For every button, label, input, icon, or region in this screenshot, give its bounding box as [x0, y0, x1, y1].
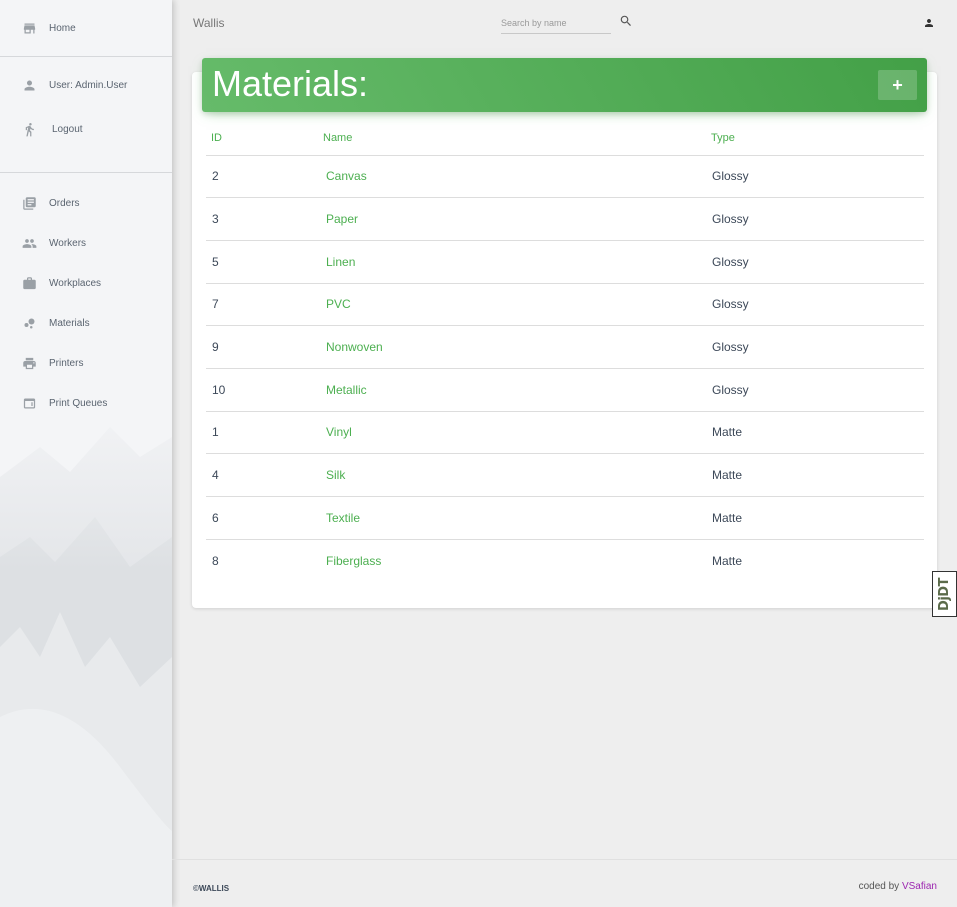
table-row: 3 Paper Glossy — [206, 197, 924, 241]
sidebar-item-materials[interactable]: Materials — [0, 303, 172, 343]
cell-type: Matte — [706, 453, 924, 497]
column-header-type: Type — [706, 121, 924, 156]
page-title: Materials: — [212, 63, 369, 104]
sidebar-background-mountain-image — [0, 387, 172, 907]
sidebar-item-label: Printers — [49, 357, 84, 369]
cell-id: 8 — [212, 553, 219, 568]
sidebar: Home User: Admin.User Logout Orders Work… — [0, 0, 172, 907]
sidebar-item-label: Materials — [49, 317, 90, 329]
sidebar-item-home[interactable]: Home — [0, 8, 172, 48]
cell-id: 4 — [206, 453, 318, 497]
run-icon — [21, 121, 37, 137]
add-material-button[interactable]: + — [878, 70, 917, 100]
sidebar-item-label: Print Queues — [49, 397, 108, 409]
cell-type: Glossy — [706, 283, 924, 327]
table-row: 6 Textile Matte — [206, 496, 924, 540]
materials-table: ID Name Type 2 Canvas Glossy 3 Paper Glossy 5 L… — [206, 121, 924, 582]
cell-id: 2 — [206, 155, 318, 199]
cell-name[interactable]: Paper — [318, 197, 706, 241]
table-row: 10 Metallic Glossy — [206, 368, 924, 412]
footer-credit: coded by VSafian — [859, 881, 937, 892]
search-icon[interactable] — [619, 14, 633, 28]
cell-type: Glossy — [706, 240, 924, 284]
cell-name[interactable]: Vinyl — [318, 411, 706, 455]
sidebar-item-label: Workers — [49, 237, 87, 249]
sidebar-item-label: Workplaces — [49, 277, 102, 289]
cell-id: 9 — [206, 325, 318, 369]
sidebar-top-section: Home — [0, 0, 172, 56]
footer-author-link[interactable]: VSafian — [902, 881, 937, 892]
table-row: 2 Canvas Glossy — [206, 155, 924, 199]
table-row: 4 Silk Matte — [206, 453, 924, 497]
printer-icon — [21, 355, 37, 371]
sidebar-item-print-queues[interactable]: Print Queues — [0, 383, 172, 423]
cell-type: Matte — [712, 553, 743, 568]
cell-type: Glossy — [706, 155, 924, 199]
sidebar-item-label: Logout — [52, 123, 83, 135]
sidebar-nav-section: Orders Workers Workplaces Materials Prin… — [0, 173, 172, 423]
person-icon[interactable] — [923, 16, 935, 28]
cell-name[interactable]: Nonwoven — [318, 325, 706, 369]
library-books-icon — [21, 195, 37, 211]
cell-type: Glossy — [706, 325, 924, 369]
person-icon — [21, 77, 37, 93]
cell-name[interactable]: PVC — [318, 283, 706, 327]
cell-id: 6 — [206, 496, 318, 540]
bubble-chart-icon — [21, 315, 37, 331]
cell-id: 7 — [206, 283, 318, 327]
sidebar-item-label: Orders — [49, 197, 80, 209]
cell-id: 1 — [206, 411, 318, 455]
card-header: Materials: + — [202, 58, 927, 112]
cell-name[interactable]: Silk — [318, 453, 706, 497]
work-briefcase-icon — [21, 275, 37, 291]
top-navbar: Wallis — [172, 0, 957, 48]
sidebar-item-logout[interactable]: Logout — [0, 105, 172, 153]
table-header-row: ID Name Type — [206, 121, 924, 156]
table-row: 8 Fiberglass Matte — [206, 539, 924, 582]
cell-type: Glossy — [706, 368, 924, 412]
sidebar-item-workplaces[interactable]: Workplaces — [0, 263, 172, 303]
window-icon — [21, 395, 37, 411]
materials-table-container: ID Name Type 2 Canvas Glossy 3 Paper Glossy 5 L… — [206, 121, 924, 582]
brand-link[interactable]: Wallis — [193, 16, 225, 30]
debug-toolbar-label: DjDT — [937, 577, 952, 611]
cell-type: Glossy — [706, 197, 924, 241]
column-header-name: Name — [318, 121, 706, 156]
table-row: 5 Linen Glossy — [206, 240, 924, 284]
cell-id: 3 — [206, 197, 318, 241]
debug-toolbar-handle[interactable]: DjDT — [932, 571, 957, 617]
table-row: 7 PVC Glossy — [206, 283, 924, 327]
cell-type: Matte — [706, 496, 924, 540]
footer-credit-prefix: coded by — [858, 881, 902, 892]
search-input[interactable] — [501, 12, 611, 33]
sidebar-item-printers[interactable]: Printers — [0, 343, 172, 383]
sidebar-item-label: Home — [49, 22, 76, 34]
cell-name[interactable]: Fiberglass — [318, 539, 706, 582]
column-header-id: ID — [206, 121, 318, 156]
cell-type: Matte — [706, 411, 924, 455]
cell-name[interactable]: Linen — [318, 240, 706, 284]
search-field — [501, 12, 611, 34]
sidebar-user-section: User: Admin.User Logout — [0, 57, 172, 172]
sidebar-item-orders[interactable]: Orders — [0, 183, 172, 223]
store-icon — [21, 20, 37, 36]
cell-name[interactable]: Metallic — [318, 368, 706, 412]
footer: ©WALLIS coded by VSafian — [172, 859, 957, 907]
table-row: 1 Vinyl Matte — [206, 411, 924, 455]
people-icon — [21, 235, 37, 251]
footer-copyright: ©WALLIS — [193, 884, 230, 893]
sidebar-item-user[interactable]: User: Admin.User — [0, 65, 172, 105]
cell-name[interactable]: Canvas — [318, 155, 706, 199]
cell-id: 5 — [206, 240, 318, 284]
sidebar-item-label: User: Admin.User — [49, 79, 128, 91]
table-row: 9 Nonwoven Glossy — [206, 325, 924, 369]
cell-id: 10 — [206, 368, 318, 412]
sidebar-item-workers[interactable]: Workers — [0, 223, 172, 263]
cell-name[interactable]: Textile — [318, 496, 706, 540]
